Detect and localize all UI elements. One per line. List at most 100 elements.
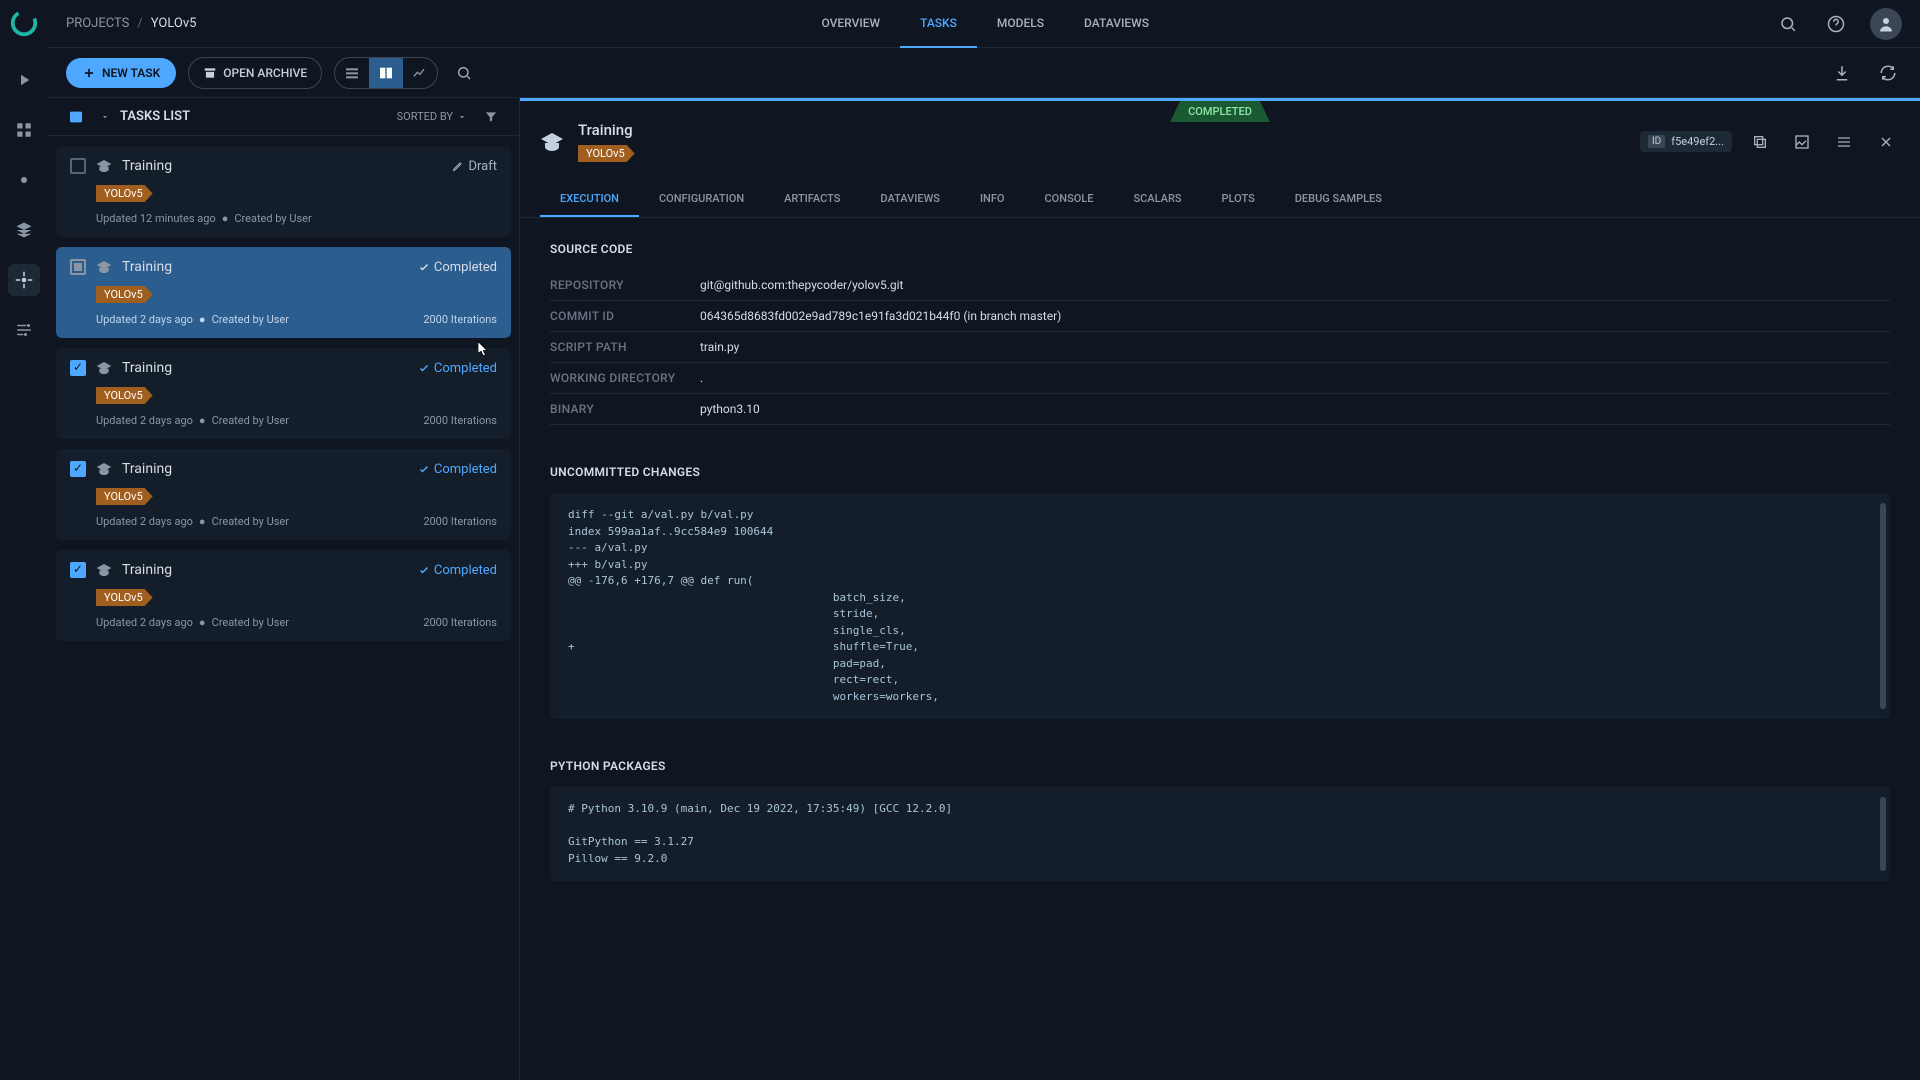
detail-tab-scalars[interactable]: SCALARS	[1113, 182, 1201, 217]
tab-tasks[interactable]: TASKS	[900, 0, 977, 48]
task-created: Created by User	[212, 313, 289, 326]
sorted-by-dropdown[interactable]: SORTED BY	[397, 110, 467, 123]
detail-tab-artifacts[interactable]: ARTIFACTS	[764, 182, 860, 217]
task-status: Completed	[418, 361, 497, 376]
id-value: f5e49ef2...	[1671, 135, 1724, 148]
detail-tabs: EXECUTION CONFIGURATION ARTIFACTS DATAVI…	[520, 182, 1920, 218]
menu-icon[interactable]	[1830, 128, 1858, 156]
chevron-down-icon[interactable]	[100, 112, 110, 122]
nav-cloud-icon[interactable]	[8, 164, 40, 196]
task-tag: YOLOv5	[96, 488, 153, 505]
kv-key: REPOSITORY	[550, 270, 700, 301]
task-card[interactable]: Training Draft YOLOv5 Updated 12 minutes…	[56, 146, 511, 237]
list-header-icon[interactable]	[62, 103, 90, 131]
tab-overview[interactable]: OVERVIEW	[801, 0, 900, 48]
detail-tab-dataviews[interactable]: DATAVIEWS	[860, 182, 960, 217]
task-tag: YOLOv5	[96, 185, 153, 202]
close-icon[interactable]	[1872, 128, 1900, 156]
new-task-label: NEW TASK	[102, 66, 160, 80]
open-archive-button[interactable]: OPEN ARCHIVE	[188, 57, 322, 89]
tab-dataviews[interactable]: DATAVIEWS	[1064, 0, 1169, 48]
topbar: PROJECTS / YOLOv5 OVERVIEW TASKS MODELS …	[48, 0, 1920, 48]
breadcrumb-current: YOLOv5	[151, 16, 197, 31]
detail-title: Training	[578, 121, 635, 139]
detail-tab-configuration[interactable]: CONFIGURATION	[639, 182, 764, 217]
nav-tune-icon[interactable]	[8, 314, 40, 346]
detail-tab-console[interactable]: CONSOLE	[1025, 182, 1114, 217]
task-name: Training	[122, 259, 172, 275]
graduation-icon	[96, 259, 112, 275]
task-tag: YOLOv5	[96, 286, 153, 303]
filter-icon[interactable]	[477, 110, 505, 124]
avatar[interactable]	[1870, 8, 1902, 40]
id-label: ID	[1648, 135, 1665, 148]
graduation-icon	[96, 360, 112, 376]
task-created: Created by User	[234, 212, 311, 225]
nav-layers-icon[interactable]	[8, 214, 40, 246]
task-status: Draft	[452, 159, 497, 174]
breadcrumb-root[interactable]: PROJECTS	[66, 16, 129, 31]
uncommitted-title: UNCOMMITTED CHANGES	[550, 465, 1890, 479]
detail-tab-debug[interactable]: DEBUG SAMPLES	[1275, 182, 1402, 217]
source-code-title: SOURCE CODE	[550, 242, 1890, 256]
task-status: Completed	[418, 462, 497, 477]
nav-settings-icon[interactable]	[8, 264, 40, 296]
refresh-icon[interactable]	[1874, 59, 1902, 87]
status-badge: COMPLETED	[1170, 101, 1270, 122]
task-tag: YOLOv5	[96, 387, 153, 404]
detail-tab-info[interactable]: INFO	[960, 182, 1025, 217]
checkbox[interactable]	[70, 461, 86, 477]
view-list-icon[interactable]	[335, 58, 369, 88]
topnav: OVERVIEW TASKS MODELS DATAVIEWS	[801, 0, 1168, 48]
copy-icon[interactable]	[1746, 128, 1774, 156]
detail-tab-execution[interactable]: EXECUTION	[540, 182, 639, 217]
open-archive-label: OPEN ARCHIVE	[223, 66, 307, 80]
view-chart-icon[interactable]	[403, 58, 437, 88]
graduation-icon	[96, 562, 112, 578]
toolbar-search-icon[interactable]	[450, 59, 478, 87]
graduation-icon	[96, 461, 112, 477]
help-icon[interactable]	[1822, 10, 1850, 38]
checkbox[interactable]	[70, 360, 86, 376]
task-card[interactable]: Training Completed YOLOv5 Updated 2 days…	[56, 247, 511, 338]
detail-panel: COMPLETED Training YOLOv5 ID f5e49ef2...	[520, 98, 1920, 1080]
view-split-icon[interactable]	[369, 58, 403, 88]
search-icon[interactable]	[1774, 10, 1802, 38]
app-logo	[9, 8, 39, 38]
image-icon[interactable]	[1788, 128, 1816, 156]
kv-val: git@github.com:thepycoder/yolov5.git	[700, 270, 1890, 301]
checkbox[interactable]	[70, 158, 86, 174]
id-chip[interactable]: ID f5e49ef2...	[1640, 131, 1732, 152]
view-toggle	[334, 57, 438, 89]
detail-tag: YOLOv5	[578, 145, 635, 162]
sidenav	[0, 0, 48, 1080]
task-list: Training Draft YOLOv5 Updated 12 minutes…	[48, 136, 519, 1080]
new-task-button[interactable]: NEW TASK	[66, 58, 176, 88]
task-status: Completed	[418, 260, 497, 275]
download-icon[interactable]	[1828, 59, 1856, 87]
checkbox[interactable]	[70, 259, 86, 275]
nav-grid-icon[interactable]	[8, 114, 40, 146]
diff-code-block[interactable]: diff --git a/val.py b/val.py index 599aa…	[550, 493, 1890, 719]
tab-models[interactable]: MODELS	[977, 0, 1064, 48]
detail-tab-plots[interactable]: PLOTS	[1202, 182, 1275, 217]
sorted-by-label: SORTED BY	[397, 110, 453, 123]
task-updated: Updated 2 days ago	[96, 313, 193, 326]
checkbox[interactable]	[70, 562, 86, 578]
list-header: TASKS LIST SORTED BY	[48, 98, 519, 136]
task-card[interactable]: Training Completed YOLOv5 Updated 2 days…	[56, 550, 511, 641]
tasks-list-panel: TASKS LIST SORTED BY Training	[48, 98, 520, 1080]
task-card[interactable]: Training Completed YOLOv5 Updated 2 days…	[56, 348, 511, 439]
detail-body: SOURCE CODE REPOSITORYgit@github.com:the…	[520, 218, 1920, 1080]
breadcrumb: PROJECTS / YOLOv5	[66, 16, 196, 31]
task-name: Training	[122, 360, 172, 376]
nav-run-icon[interactable]	[8, 64, 40, 96]
packages-code-block[interactable]: # Python 3.10.9 (main, Dec 19 2022, 17:3…	[550, 787, 1890, 881]
task-name: Training	[122, 562, 172, 578]
task-name: Training	[122, 461, 172, 477]
task-status: Completed	[418, 563, 497, 578]
breadcrumb-sep: /	[137, 16, 142, 31]
task-card[interactable]: Training Completed YOLOv5 Updated 2 days…	[56, 449, 511, 540]
list-settings-icon[interactable]	[200, 103, 228, 131]
task-tag: YOLOv5	[96, 589, 153, 606]
